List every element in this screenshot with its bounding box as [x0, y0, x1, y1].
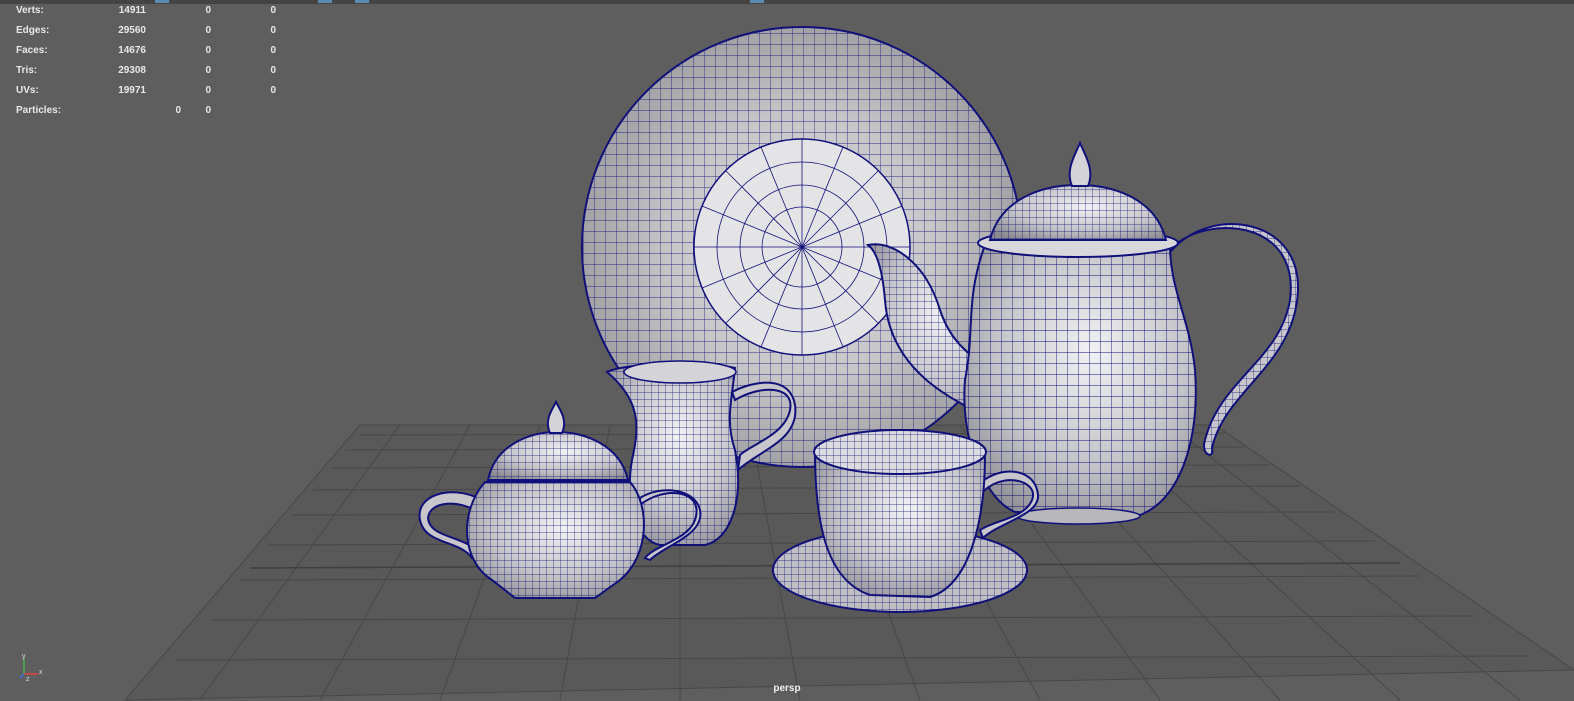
hud-label: Particles: — [16, 105, 62, 116]
hud-row-faces: Faces: 14676 0 0 — [16, 45, 276, 65]
3d-viewport[interactable]: Verts: 14911 0 0 Edges: 29560 0 0 Faces:… — [0, 0, 1574, 701]
hud-value: 0 — [205, 45, 211, 56]
axis-y-label: y — [22, 653, 26, 660]
hud-value: 0 — [270, 45, 276, 56]
hud-row-uvs: UVs: 19971 0 0 — [16, 85, 276, 105]
hud-label: Faces: — [16, 45, 48, 56]
hud-value: 0 — [205, 105, 211, 116]
hud-row-edges: Edges: 29560 0 0 — [16, 25, 276, 45]
hud-value: 0 — [205, 5, 211, 16]
hud-label: UVs: — [16, 85, 39, 96]
hud-value: 0 — [270, 65, 276, 76]
axis-z-label: z — [26, 676, 30, 682]
hud-row-tris: Tris: 29308 0 0 — [16, 65, 276, 85]
poly-count-hud: Verts: 14911 0 0 Edges: 29560 0 0 Faces:… — [16, 5, 276, 125]
hud-value: 14911 — [118, 5, 146, 16]
hud-label: Edges: — [16, 25, 50, 36]
hud-value: 14676 — [118, 45, 146, 56]
axis-gizmo-icon: y x z — [19, 653, 43, 682]
hud-row-particles: Particles: 0 0 — [16, 105, 276, 125]
hud-value: 0 — [270, 25, 276, 36]
hud-row-verts: Verts: 14911 0 0 — [16, 5, 276, 25]
hud-value: 0 — [205, 65, 211, 76]
hud-value: 0 — [205, 25, 211, 36]
axis-x-label: x — [39, 669, 43, 676]
hud-value: 0 — [270, 5, 276, 16]
hud-value: 0 — [270, 85, 276, 96]
hud-label: Tris: — [16, 65, 38, 76]
hud-value: 29560 — [118, 25, 146, 36]
hud-value: 19971 — [118, 85, 146, 96]
hud-value: 0 — [205, 85, 211, 96]
camera-label: persp — [773, 683, 801, 694]
hud-value: 29308 — [118, 65, 146, 76]
hud-label: Verts: — [16, 5, 44, 16]
